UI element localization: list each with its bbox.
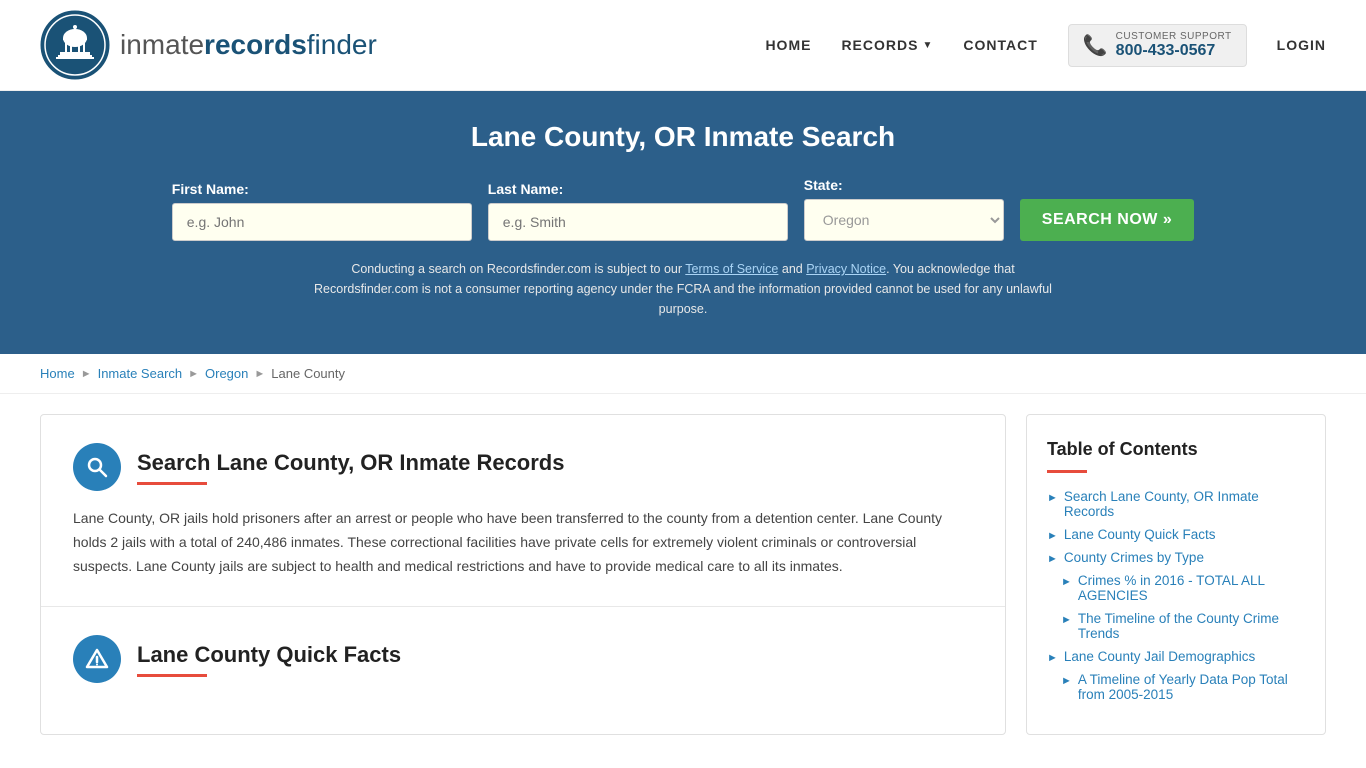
section-header-1: Search Lane County, OR Inmate Records [73, 443, 973, 491]
toc-item-6[interactable]: ►A Timeline of Yearly Data Pop Total fro… [1061, 672, 1305, 702]
sidebar-toc: Table of Contents ►Search Lane County, O… [1026, 414, 1326, 735]
search-button[interactable]: SEARCH NOW » [1020, 199, 1194, 241]
hero-title: Lane County, OR Inmate Search [40, 121, 1326, 153]
section-title-1: Search Lane County, OR Inmate Records [137, 450, 564, 476]
alert-icon [85, 647, 109, 671]
logo[interactable]: inmaterecordsfinder [40, 10, 377, 80]
last-name-input[interactable] [488, 203, 788, 241]
hero-section: Lane County, OR Inmate Search First Name… [0, 91, 1366, 354]
search-icon [85, 455, 109, 479]
state-group: State: Oregon [804, 177, 1004, 241]
headset-icon: 📞 [1083, 33, 1108, 58]
toc-title: Table of Contents [1047, 439, 1305, 460]
section-quick-facts: Lane County Quick Facts [41, 607, 1005, 727]
section-title-underline-2 [137, 674, 207, 677]
breadcrumb-home[interactable]: Home [40, 366, 75, 381]
breadcrumb-county: Lane County [271, 366, 345, 381]
hero-disclaimer: Conducting a search on Recordsfinder.com… [308, 259, 1058, 319]
chevron-right-icon: ► [1047, 553, 1058, 565]
logo-text: inmaterecordsfinder [120, 29, 377, 61]
content-left: Search Lane County, OR Inmate Records La… [40, 414, 1006, 735]
toc-item-5[interactable]: ►Lane County Jail Demographics [1047, 649, 1305, 664]
nav-home[interactable]: HOME [765, 37, 811, 53]
toc-list: ►Search Lane County, OR Inmate Records ►L… [1047, 489, 1305, 702]
main-content: Search Lane County, OR Inmate Records La… [0, 394, 1366, 755]
support-number: 800-433-0567 [1116, 42, 1216, 60]
customer-support-box[interactable]: 📞 CUSTOMER SUPPORT 800-433-0567 [1068, 24, 1247, 67]
toc-item-0[interactable]: ►Search Lane County, OR Inmate Records [1047, 489, 1305, 519]
breadcrumb-sep-2: ► [188, 368, 199, 380]
first-name-input[interactable] [172, 203, 472, 241]
nav-records[interactable]: RECORDS ▼ [841, 37, 933, 53]
breadcrumb-inmate-search[interactable]: Inmate Search [98, 366, 183, 381]
chevron-down-icon: ▼ [922, 40, 933, 51]
state-label: State: [804, 177, 843, 193]
chevron-right-icon: ► [1061, 675, 1072, 687]
toc-item-2[interactable]: ►County Crimes by Type [1047, 550, 1305, 565]
breadcrumb-state[interactable]: Oregon [205, 366, 248, 381]
toc-item-1[interactable]: ►Lane County Quick Facts [1047, 527, 1305, 542]
nav-contact[interactable]: CONTACT [963, 37, 1037, 53]
section-header-2: Lane County Quick Facts [73, 635, 973, 683]
main-nav: HOME RECORDS ▼ CONTACT 📞 CUSTOMER SUPPOR… [765, 24, 1326, 67]
nav-login[interactable]: LOGIN [1277, 37, 1326, 53]
breadcrumb-sep-1: ► [81, 368, 92, 380]
logo-icon [40, 10, 110, 80]
section-title-underline-1 [137, 482, 207, 485]
chevron-right-icon: ► [1047, 492, 1058, 504]
breadcrumb-sep-3: ► [254, 368, 265, 380]
chevron-right-icon: ► [1061, 614, 1072, 626]
last-name-group: Last Name: [488, 181, 788, 241]
chevron-right-icon: ► [1061, 576, 1072, 588]
site-header: inmaterecordsfinder HOME RECORDS ▼ CONTA… [0, 0, 1366, 91]
section-title-2: Lane County Quick Facts [137, 642, 401, 668]
section-inmate-records: Search Lane County, OR Inmate Records La… [41, 415, 1005, 607]
first-name-label: First Name: [172, 181, 249, 197]
breadcrumb: Home ► Inmate Search ► Oregon ► Lane Cou… [0, 354, 1366, 394]
last-name-label: Last Name: [488, 181, 563, 197]
toc-item-4[interactable]: ►The Timeline of the County Crime Trends [1061, 611, 1305, 641]
support-label: CUSTOMER SUPPORT [1116, 31, 1232, 42]
search-form: First Name: Last Name: State: Oregon SEA… [40, 177, 1326, 241]
state-select[interactable]: Oregon [804, 199, 1004, 241]
section-body-1: Lane County, OR jails hold prisoners aft… [73, 507, 973, 578]
toc-underline [1047, 470, 1087, 473]
alert-section-icon [73, 635, 121, 683]
toc-item-3[interactable]: ►Crimes % in 2016 - TOTAL ALL AGENCIES [1061, 573, 1305, 603]
chevron-right-icon: ► [1047, 652, 1058, 664]
tos-link[interactable]: Terms of Service [685, 262, 778, 276]
search-section-icon [73, 443, 121, 491]
first-name-group: First Name: [172, 181, 472, 241]
chevron-right-icon: ► [1047, 530, 1058, 542]
privacy-link[interactable]: Privacy Notice [806, 262, 886, 276]
